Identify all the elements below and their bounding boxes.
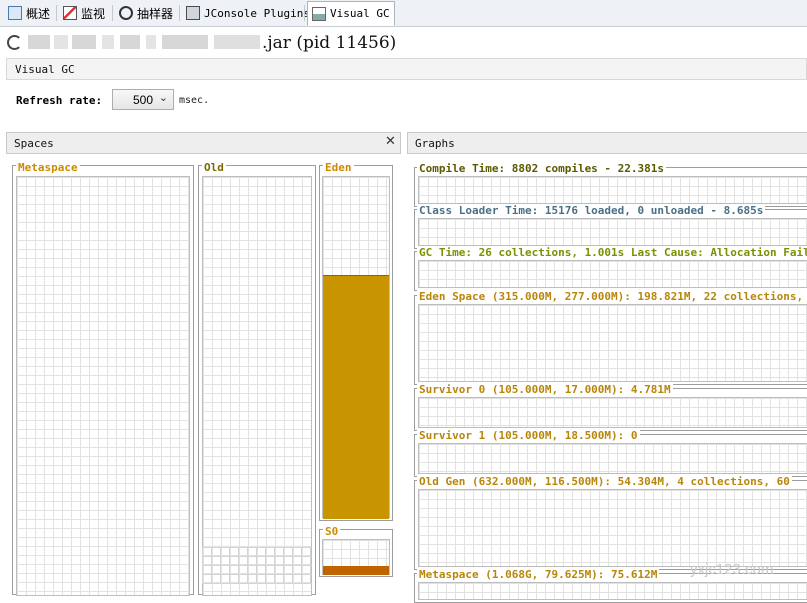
graph-grid bbox=[418, 489, 807, 567]
graph-label: GC Time: 26 collections, 1.001s Last Cau… bbox=[417, 246, 807, 259]
chevron-down-icon: ⌄ bbox=[158, 92, 168, 104]
visual-gc-section-label: Visual GC bbox=[15, 63, 75, 76]
old-usage-fill bbox=[202, 547, 312, 584]
refresh-rate-select[interactable]: 500 ⌄ bbox=[112, 89, 174, 110]
graph-grid bbox=[418, 260, 807, 288]
spaces-panel-title: Spaces bbox=[14, 137, 54, 150]
tab-label: 监视 bbox=[81, 6, 106, 21]
eden-usage-fill bbox=[323, 275, 389, 519]
tab-jconsole-plugins[interactable]: JConsole Plugins bbox=[182, 2, 314, 24]
tab-visual-gc[interactable]: Visual GC bbox=[307, 1, 395, 26]
graph-grid bbox=[418, 443, 807, 474]
graph-label: Survivor 1 (105.000M, 18.500M): 0 bbox=[417, 429, 640, 442]
refresh-rate-label: Refresh rate: bbox=[16, 94, 103, 107]
old-label: Old bbox=[202, 161, 226, 174]
graph-label: Eden Space (315.000M, 277.000M): 198.821… bbox=[417, 290, 807, 303]
graph-label: Metaspace (1.068G, 79.625M): 75.612M bbox=[417, 568, 660, 581]
monitor-icon bbox=[63, 6, 77, 20]
s0-label: S0 bbox=[323, 525, 341, 538]
watermark-text: yxjc123.com bbox=[690, 561, 774, 578]
graph-grid bbox=[418, 304, 807, 382]
visual-gc-section-bar bbox=[6, 58, 807, 80]
tab-monitor[interactable]: 监视 bbox=[59, 2, 109, 24]
tab-label: 抽样器 bbox=[137, 6, 174, 21]
graphs-panel-title: Graphs bbox=[415, 137, 455, 150]
graph-label: Old Gen (632.000M, 116.500M): 54.304M, 4… bbox=[417, 475, 792, 488]
close-icon[interactable]: ✕ bbox=[385, 134, 396, 149]
metaspace-grid bbox=[16, 176, 190, 596]
graph-grid bbox=[418, 176, 807, 204]
graphs-panel-header bbox=[407, 132, 807, 154]
tab-label: JConsole Plugins bbox=[204, 6, 310, 20]
sampler-icon bbox=[119, 6, 133, 20]
graph-label: Class Loader Time: 15176 loaded, 0 unloa… bbox=[417, 204, 766, 217]
graph-grid bbox=[418, 218, 807, 246]
tab-label: Visual GC bbox=[330, 7, 390, 20]
old-grid bbox=[202, 176, 312, 596]
jconsole-icon bbox=[186, 6, 200, 20]
overview-icon bbox=[8, 6, 22, 20]
loading-spinner-icon bbox=[7, 35, 22, 50]
refresh-rate-value: 500 bbox=[132, 93, 153, 107]
redacted-app-name bbox=[28, 33, 262, 51]
graph-label: Survivor 0 (105.000M, 17.000M): 4.781M bbox=[417, 383, 673, 396]
graph-grid bbox=[418, 397, 807, 428]
tab-label: 概述 bbox=[26, 6, 51, 21]
refresh-rate-unit: msec. bbox=[179, 95, 210, 106]
visualgc-icon bbox=[312, 6, 326, 21]
spaces-panel-header bbox=[6, 132, 401, 154]
graph-grid bbox=[418, 582, 807, 600]
graph-label: Compile Time: 8802 compiles - 22.381s bbox=[417, 162, 667, 175]
tab-sampler[interactable]: 抽样器 bbox=[115, 2, 177, 24]
eden-label: Eden bbox=[323, 161, 354, 174]
s0-usage-fill bbox=[323, 566, 389, 575]
metaspace-label: Metaspace bbox=[16, 161, 80, 174]
tab-overview[interactable]: 概述 bbox=[4, 2, 54, 24]
tab-strip: 概述 监视 抽样器 JConsole Plugins Visual GC bbox=[0, 0, 807, 27]
page-title: .jar (pid 11456) bbox=[262, 33, 397, 53]
